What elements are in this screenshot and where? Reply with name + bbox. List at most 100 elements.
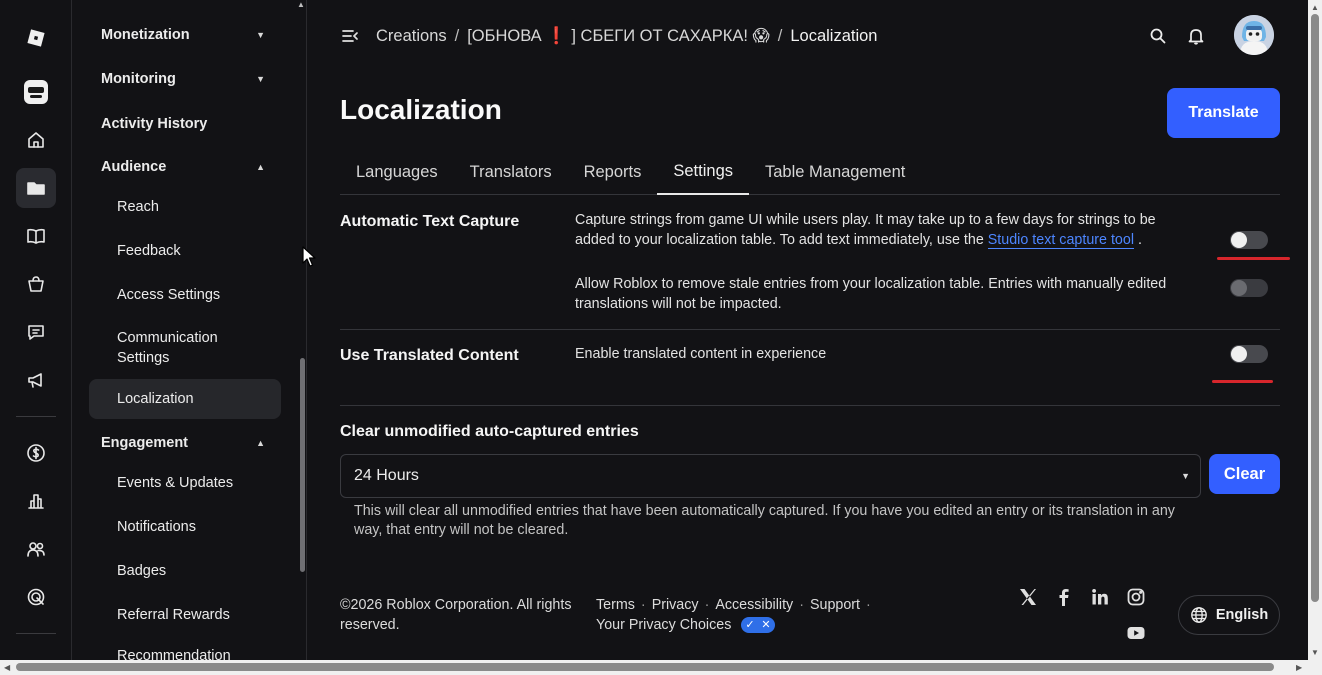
nav-item-activity-history[interactable]: Activity History xyxy=(101,116,265,132)
footer-dot: · xyxy=(866,597,871,613)
cross-glyph: ✕ xyxy=(761,619,771,632)
nav-item-label: Access Settings xyxy=(117,287,221,303)
footer-dot: · xyxy=(799,597,804,613)
window-horizontal-scrollbar-thumb[interactable] xyxy=(16,663,1274,671)
nav-item-label: Recommendation xyxy=(117,648,231,660)
footer-link-privacy[interactable]: Privacy xyxy=(652,597,699,613)
scroll-up-arrow[interactable]: ▲ xyxy=(1311,3,1319,12)
use-translated-content-toggle[interactable] xyxy=(1230,345,1268,363)
rail-divider xyxy=(16,633,56,634)
nav-section-label: Audience xyxy=(101,159,167,175)
settings-sidebar: Monetization ▼ Monitoring ▼ Activity His… xyxy=(73,0,307,660)
chevron-down-icon: ▼ xyxy=(256,74,265,84)
nav-item-referral-rewards[interactable]: Referral Rewards xyxy=(117,607,277,623)
avatar[interactable] xyxy=(1234,15,1274,55)
monetization-dollar-icon[interactable] xyxy=(16,433,56,473)
scroll-right-arrow[interactable]: ▶ xyxy=(1296,663,1302,672)
sidebar-scroll-up-arrow[interactable]: ▲ xyxy=(297,0,305,9)
icon-rail xyxy=(0,0,72,660)
automatic-text-capture-toggle[interactable] xyxy=(1230,231,1268,249)
x-twitter-icon[interactable] xyxy=(1018,587,1040,609)
translate-button[interactable]: Translate xyxy=(1167,88,1280,138)
instagram-icon[interactable] xyxy=(1126,587,1148,609)
nav-item-events-updates[interactable]: Events & Updates xyxy=(117,475,277,491)
linkedin-icon[interactable] xyxy=(1090,587,1112,609)
nav-item-badges[interactable]: Badges xyxy=(117,563,277,579)
nav-item-label: Localization xyxy=(117,391,194,407)
footer-link-support[interactable]: Support xyxy=(810,597,860,613)
nav-item-communication-settings[interactable]: Communication Settings xyxy=(117,328,257,368)
sidebar-scrollbar-thumb[interactable] xyxy=(300,358,305,572)
scroll-left-arrow[interactable]: ◀ xyxy=(4,663,10,672)
privacy-choices-icon[interactable]: ✓ ✕ xyxy=(741,617,776,634)
tab-reports[interactable]: Reports xyxy=(568,150,658,194)
nav-item-access-settings[interactable]: Access Settings xyxy=(117,287,277,303)
search-icon[interactable] xyxy=(1148,26,1168,46)
breadcrumb-current: Localization xyxy=(790,26,878,45)
nav-item-label: Feedback xyxy=(117,243,181,259)
scroll-down-arrow[interactable]: ▼ xyxy=(1311,648,1319,657)
language-selector[interactable]: English xyxy=(1178,595,1280,635)
nav-item-label: Notifications xyxy=(117,519,196,535)
facebook-icon[interactable] xyxy=(1054,587,1076,609)
top-bar: Creations / [ОБНОВА ❗ ] СБЕГИ ОТ САХАРКА… xyxy=(308,0,1308,72)
footer-link-privacy-choices[interactable]: Your Privacy Choices xyxy=(596,617,731,633)
youtube-icon[interactable] xyxy=(1126,623,1148,645)
announcements-megaphone-icon[interactable] xyxy=(16,360,56,400)
footer-link-accessibility[interactable]: Accessibility xyxy=(715,597,793,613)
analytics-chart-icon[interactable] xyxy=(16,481,56,521)
chevron-down-icon: ▼ xyxy=(256,30,265,40)
clear-duration-select[interactable]: 24 Hours ▼ xyxy=(340,454,1201,498)
nav-item-feedback[interactable]: Feedback xyxy=(117,243,277,259)
tab-languages[interactable]: Languages xyxy=(340,150,454,194)
window-vertical-scrollbar-thumb[interactable] xyxy=(1311,14,1319,602)
toggle-knob xyxy=(1231,280,1247,296)
footer-link-terms[interactable]: Terms xyxy=(596,597,635,613)
language-label: English xyxy=(1215,607,1269,623)
annotation-red-underline xyxy=(1217,257,1290,260)
notifications-bell-icon[interactable] xyxy=(1186,26,1206,46)
nav-section-label: Monetization xyxy=(101,27,190,43)
experience-thumbnail-icon[interactable] xyxy=(16,72,56,112)
nav-section-audience[interactable]: Audience ▲ xyxy=(101,159,265,175)
talent-target-icon[interactable] xyxy=(16,577,56,617)
breadcrumb-creations[interactable]: Creations xyxy=(376,27,447,46)
footer-copyright: ©2026 Roblox Corporation. All rights res… xyxy=(340,597,572,633)
tab-settings[interactable]: Settings xyxy=(657,150,749,195)
toggle-knob xyxy=(1231,232,1247,248)
description-text: . xyxy=(1138,232,1142,248)
tab-translators[interactable]: Translators xyxy=(454,150,568,194)
breadcrumb-experience[interactable]: [ОБНОВА ❗ ] СБЕГИ ОТ САХАРКА! 😱 xyxy=(467,26,770,46)
store-bag-icon[interactable] xyxy=(16,264,56,304)
nav-section-engagement[interactable]: Engagement ▲ xyxy=(101,435,265,451)
clear-entries-heading: Clear unmodified auto-captured entries xyxy=(340,423,639,440)
nav-item-label: Communication Settings xyxy=(117,330,218,366)
nav-item-localization[interactable]: Localization xyxy=(89,379,281,419)
creations-folder-icon[interactable] xyxy=(16,168,56,208)
docs-book-icon[interactable] xyxy=(16,216,56,256)
studio-text-capture-link[interactable]: Studio text capture tool xyxy=(987,232,1135,249)
groups-people-icon[interactable] xyxy=(16,529,56,569)
nav-section-monetization[interactable]: Monetization ▼ xyxy=(101,27,265,43)
nav-item-label: Activity History xyxy=(101,116,208,132)
nav-item-reach[interactable]: Reach xyxy=(117,199,277,215)
nav-item-recommendation[interactable]: Recommendation xyxy=(117,648,277,660)
roblox-logo-icon[interactable] xyxy=(16,18,56,58)
nav-item-notifications[interactable]: Notifications xyxy=(117,519,277,535)
breadcrumb: Creations / [ОБНОВА ❗ ] СБЕГИ ОТ САХАРКА… xyxy=(376,26,877,46)
nav-section-monitoring[interactable]: Monitoring ▼ xyxy=(101,71,265,87)
clear-button[interactable]: Clear xyxy=(1209,454,1280,494)
tab-bar: Languages Translators Reports Settings T… xyxy=(340,150,1280,195)
chevron-down-icon: ▼ xyxy=(1181,471,1190,481)
home-icon[interactable] xyxy=(16,120,56,160)
forum-chat-icon[interactable] xyxy=(16,312,56,352)
globe-icon xyxy=(1190,607,1207,623)
use-translated-content-description: Enable translated content in experience xyxy=(575,346,827,362)
breadcrumb-separator: / xyxy=(454,26,460,45)
collapse-menu-icon[interactable] xyxy=(340,26,360,46)
remove-stale-entries-toggle[interactable] xyxy=(1230,279,1268,297)
tab-table-management[interactable]: Table Management xyxy=(749,150,921,194)
check-glyph: ✓ xyxy=(745,619,755,632)
chevron-up-icon: ▲ xyxy=(256,162,265,172)
remove-stale-entries-description: Allow Roblox to remove stale entries fro… xyxy=(575,276,1167,312)
